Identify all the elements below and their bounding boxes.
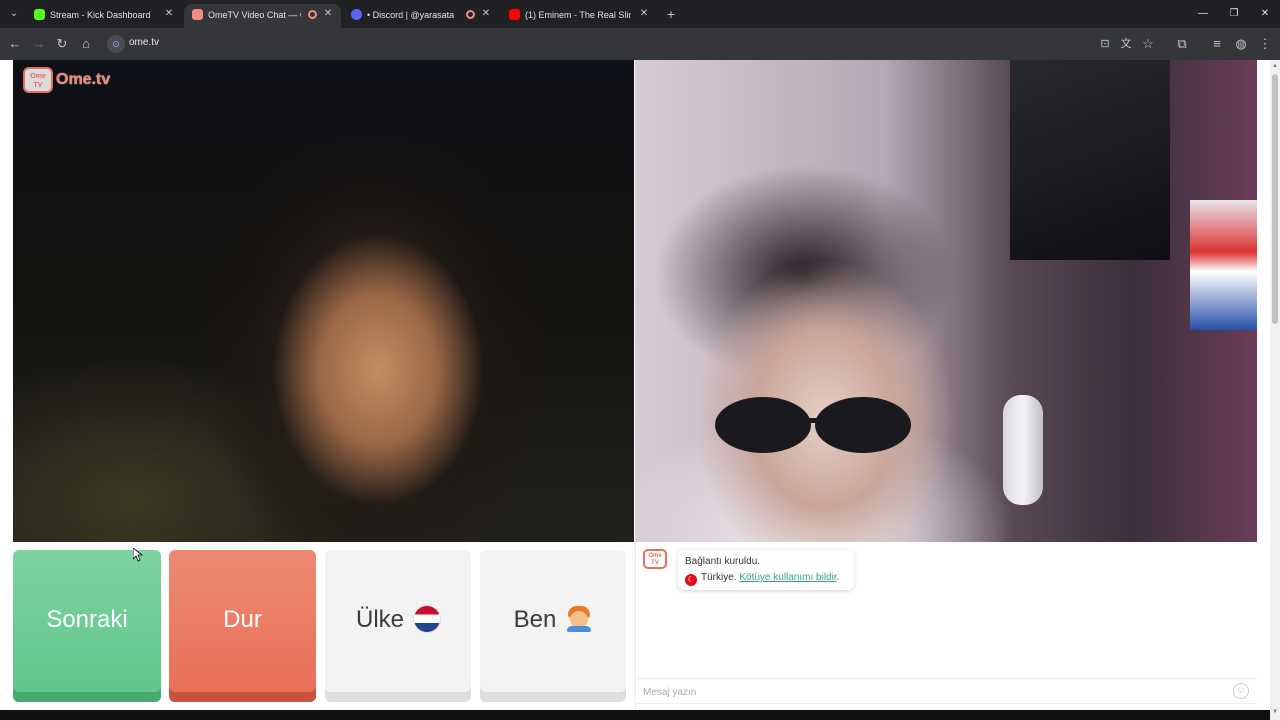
next-label: Sonraki [46,606,128,633]
forward-icon[interactable]: → [30,35,48,53]
ometv-page: Ome TV Ome.tv Sonraki Dur Ülke Ben Ome T… [0,60,1270,720]
close-icon[interactable]: ✕ [162,4,176,24]
chat-panel: Ome TV Bağlantı kuruldu. ☾ Türkiye. Kötüy… [635,542,1257,720]
recording-icon [308,10,317,19]
tab-title: OmeTV Video Chat — Ome [208,10,301,20]
profile-icon[interactable]: ◍ [1232,35,1250,53]
system-message: Bağlantı kuruldu. ☾ Türkiye. Kötüye kulla… [678,550,854,590]
self-video [635,60,1257,542]
tab-discord[interactable]: • Discord | @yarasata ✕ [343,4,499,28]
close-window-button[interactable]: ✕ [1250,4,1280,24]
stop-label: Dur [223,606,262,633]
youtube-icon [509,9,520,20]
reload-icon[interactable]: ↻ [53,35,71,53]
address-bar[interactable]: ⊙ ome.tv [104,32,1166,56]
netherlands-flag-icon [414,606,440,632]
restore-button[interactable]: ❐ [1219,4,1249,24]
back-icon[interactable]: ← [6,35,24,53]
ometv-icon [192,9,203,20]
turkey-flag-icon: ☾ [685,574,697,586]
close-icon[interactable]: ✕ [479,4,493,24]
connection-status: Bağlantı kuruldu. [685,556,761,567]
scroll-up-icon[interactable]: ▲ [1271,62,1279,70]
report-abuse-link[interactable]: Kötüye kullanımı bildir [739,572,836,583]
wall-sign [1190,200,1257,330]
minimize-button[interactable]: — [1188,4,1218,24]
scroll-down-icon[interactable]: ▼ [1271,708,1279,716]
install-app-icon[interactable]: ⊡ [1096,35,1114,53]
wall-poster [1010,60,1170,260]
new-tab-button[interactable]: + [663,4,679,24]
menu-icon[interactable]: ⋮ [1256,35,1274,53]
message-input-bar: ☺ [636,678,1257,704]
report-suffix: . [836,572,840,583]
site-info-icon[interactable]: ⊙ [107,35,125,53]
boy-avatar-icon [566,606,592,632]
next-button[interactable]: Sonraki [13,550,161,702]
country-line: ☾ Türkiye. Kötüye kullanımı bildir. [685,572,839,586]
scroll-thumb[interactable] [1272,74,1278,324]
tab-title: Stream - Kick Dashboard [50,10,151,20]
country-label: Ülke [355,606,404,633]
me-button[interactable]: Ben [480,550,626,702]
sunglasses-shape [715,397,911,453]
logo-badge: Ome TV [23,67,53,93]
me-label: Ben [513,606,557,633]
media-controls-icon[interactable]: ≡ [1208,35,1226,53]
emoji-icon[interactable]: ☺ [1233,683,1249,699]
home-icon[interactable]: ⌂ [77,35,95,53]
country-button[interactable]: Ülke [325,550,471,702]
url-text: ome.tv [129,37,160,48]
kick-icon [34,9,45,20]
message-input[interactable] [643,684,1223,700]
extensions-icon[interactable]: ⧉ [1173,35,1191,53]
discord-icon [351,9,362,20]
ometv-chat-icon: Ome TV [643,549,667,569]
tab-ometv[interactable]: OmeTV Video Chat — Ome ✕ [184,4,341,28]
country-text: Türkiye. [701,572,737,583]
tab-title: • Discord | @yarasata [367,10,455,20]
window-bottom-edge [0,710,1270,720]
logo-text: Ome.tv [56,71,111,88]
recording-icon [466,10,475,19]
browser-toolbar: ← → ↻ ⌂ ⊙ ome.tv ⊡ 文 ☆ ⧉ ≡ ◍ ⋮ [0,28,1280,60]
page-scrollbar[interactable]: ▲ ▼ [1270,60,1280,720]
tab-strip: ⌄ Stream - Kick Dashboard ✕ OmeTV Video … [0,0,1280,28]
translate-icon[interactable]: 文 [1117,35,1135,53]
stranger-video: Ome TV Ome.tv [13,60,634,542]
close-icon[interactable]: ✕ [321,4,335,24]
close-icon[interactable]: ✕ [637,4,651,24]
bookmark-star-icon[interactable]: ☆ [1139,35,1157,53]
tab-youtube[interactable]: (1) Eminem - The Real Slim Shady ✕ [501,4,657,28]
stop-button[interactable]: Dur [169,550,316,702]
tab-kick[interactable]: Stream - Kick Dashboard ✕ [26,4,182,28]
tab-search-icon[interactable]: ⌄ [5,5,23,23]
microphone-shape [1003,395,1043,505]
mouse-cursor-icon [133,548,143,562]
tab-title: (1) Eminem - The Real Slim Shady [525,10,631,20]
